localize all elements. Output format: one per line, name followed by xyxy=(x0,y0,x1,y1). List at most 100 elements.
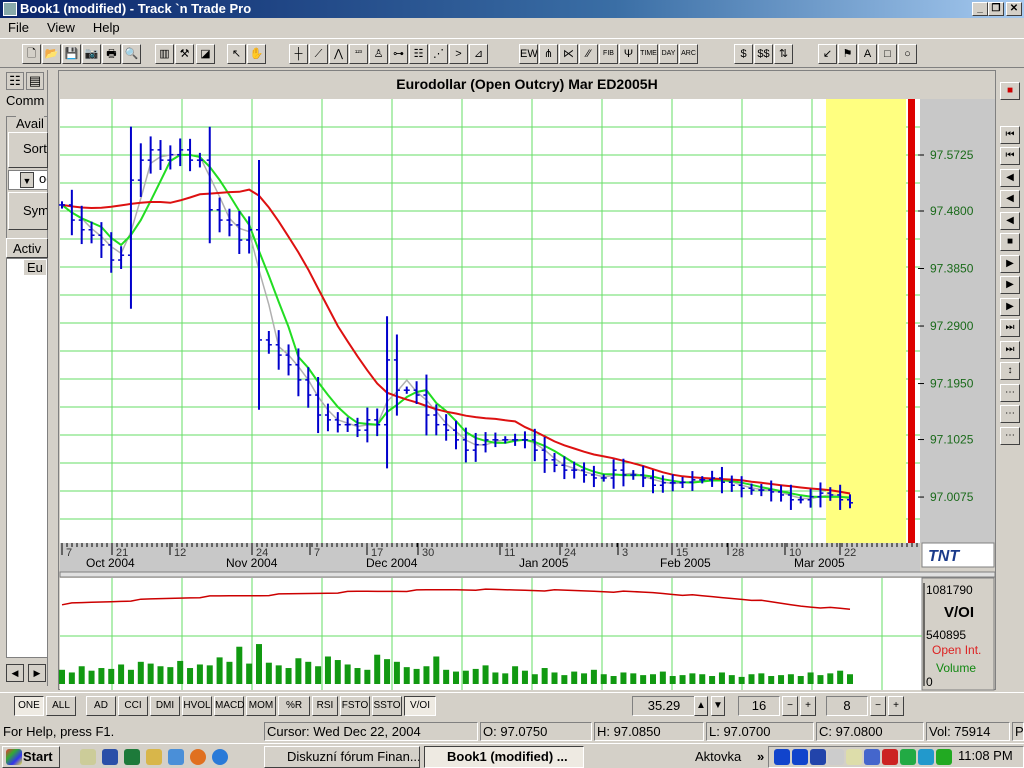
quicklaunch-search-icon[interactable] xyxy=(146,749,162,765)
tray-icon-4[interactable] xyxy=(846,749,862,765)
volume-bar xyxy=(462,670,469,684)
nav-button-9[interactable]: ▶ xyxy=(1000,297,1020,316)
volume-bar xyxy=(659,671,666,684)
clock: 11:08 PM xyxy=(958,748,1013,763)
tray-icon-9[interactable] xyxy=(936,749,952,765)
indicator-button-ssto[interactable]: SSTO xyxy=(372,696,402,716)
period2-minus[interactable]: − xyxy=(870,696,886,716)
indicator-button-hvol[interactable]: HVOL xyxy=(182,696,212,716)
volume-bar xyxy=(344,664,351,684)
period1-plus[interactable]: + xyxy=(800,696,816,716)
indicator-button-r[interactable]: %R xyxy=(278,696,310,716)
price-chart[interactable]: 97.5725 97.4800 97.3850 97.2900 97.1950 97.10… xyxy=(0,0,1024,768)
nav-button-4[interactable]: ◀ xyxy=(1000,190,1020,208)
status-close: C: 97.0800 xyxy=(816,722,924,741)
legend-open-interest: Open Int. xyxy=(932,643,981,657)
nav-button-3[interactable]: ◀ xyxy=(1000,168,1020,187)
volume-bar xyxy=(118,664,125,684)
tray-icon-7[interactable] xyxy=(900,749,916,765)
volume-bar xyxy=(778,675,785,684)
chevron-icon[interactable]: » xyxy=(752,746,768,768)
indicator-button-all[interactable]: ALL xyxy=(46,696,76,716)
tray-icon-0[interactable] xyxy=(774,749,790,765)
tray-icon-6[interactable] xyxy=(882,749,898,765)
volume-bar xyxy=(709,676,716,684)
quicklaunch-excel-icon[interactable] xyxy=(124,749,140,765)
volume-bar xyxy=(571,671,578,684)
indicator-button-macd[interactable]: MACD xyxy=(214,696,244,716)
volume-bar xyxy=(827,673,834,684)
nav-button-15[interactable]: ⋯ xyxy=(1000,426,1020,445)
period2-field[interactable]: 8 xyxy=(826,696,868,716)
indicator-button-ad[interactable]: AD xyxy=(86,696,116,716)
status-open: O: 97.0750 xyxy=(480,722,592,741)
tray-icon-2[interactable] xyxy=(810,749,826,765)
tray-icon-8[interactable] xyxy=(918,749,934,765)
nav-button-12[interactable]: ↕ xyxy=(1000,362,1020,380)
volume-bar xyxy=(650,674,656,684)
nav-button-6[interactable]: ■ xyxy=(1000,233,1020,251)
nav-button-0[interactable]: ■ xyxy=(1000,82,1020,100)
period1-field[interactable]: 16 xyxy=(738,696,780,716)
x-day-tick: 30 xyxy=(422,547,434,559)
y-tick-label: 97.5725 xyxy=(930,148,974,162)
volume-bar xyxy=(226,661,233,684)
nav-button-7[interactable]: ▶ xyxy=(1000,254,1020,273)
volume-bar xyxy=(531,674,538,684)
volume-bar xyxy=(393,661,400,684)
volume-bar xyxy=(78,666,85,684)
up-button[interactable]: ▲ xyxy=(694,696,708,716)
nav-button-8[interactable]: ▶ xyxy=(1000,276,1020,294)
lower-panel-label: V/OI xyxy=(944,604,974,621)
period1-minus[interactable]: − xyxy=(782,696,798,716)
indicator-button-voi[interactable]: V/OI xyxy=(404,696,436,716)
volume-bar xyxy=(581,673,588,684)
nav-button-14[interactable]: ⋯ xyxy=(1000,405,1020,423)
volume-bar xyxy=(137,661,144,684)
volume-bar xyxy=(423,666,430,684)
task-forum[interactable]: Diskuzní fórum Finan... xyxy=(264,746,420,768)
quicklaunch-desktop-icon[interactable] xyxy=(80,749,96,765)
volume-bar xyxy=(265,662,272,684)
quicklaunch-app-icon[interactable] xyxy=(168,749,184,765)
volume-bar xyxy=(334,660,341,684)
aktovka-toolbar[interactable]: Aktovka xyxy=(690,746,760,768)
quicklaunch-word-icon[interactable] xyxy=(102,749,118,765)
nav-button-13[interactable]: ⋯ xyxy=(1000,383,1020,402)
status-bar: For Help, press F1. Cursor: Wed Dec 22, … xyxy=(0,720,1024,742)
volume-bar xyxy=(699,674,706,684)
indicator-button-cci[interactable]: CCI xyxy=(118,696,148,716)
tray-icon-3[interactable] xyxy=(828,749,844,765)
volume-bar xyxy=(324,656,331,684)
nav-button-2[interactable]: ⏮ xyxy=(1000,147,1020,165)
tray-icon-1[interactable] xyxy=(792,749,808,765)
indicator-button-dmi[interactable]: DMI xyxy=(150,696,180,716)
volume-bar xyxy=(787,674,794,684)
nav-button-11[interactable]: ⏭ xyxy=(1000,340,1020,359)
volume-bar xyxy=(59,669,65,684)
quicklaunch-ie-icon[interactable] xyxy=(212,749,228,765)
task-book1[interactable]: Book1 (modified) ... xyxy=(424,746,584,768)
windows-logo-icon xyxy=(6,749,22,765)
nav-button-1[interactable]: ⏮ xyxy=(1000,125,1020,144)
nav-button-10[interactable]: ⏭ xyxy=(1000,319,1020,337)
quicklaunch-firefox-icon[interactable] xyxy=(190,749,206,765)
tray-icon-5[interactable] xyxy=(864,749,880,765)
nav-button-5[interactable]: ◀ xyxy=(1000,211,1020,230)
volume-bar xyxy=(127,669,134,684)
volume-bar xyxy=(748,674,755,684)
down-button[interactable]: ▼ xyxy=(711,696,725,716)
indicator-button-fsto[interactable]: FSTO xyxy=(340,696,370,716)
volume-bar xyxy=(108,668,115,684)
volume-bar xyxy=(758,673,765,684)
y-tick-label: 97.2900 xyxy=(930,319,974,333)
value-field[interactable]: 35.29 xyxy=(632,696,696,716)
volume-bar xyxy=(403,667,410,684)
indicator-button-mom[interactable]: MOM xyxy=(246,696,276,716)
volume-bar xyxy=(640,675,647,684)
indicator-button-rsi[interactable]: RSI xyxy=(312,696,338,716)
period2-plus[interactable]: + xyxy=(888,696,904,716)
lower-scale-zero: 0 xyxy=(926,675,933,689)
volume-bar xyxy=(502,673,509,684)
indicator-button-one[interactable]: ONE xyxy=(14,696,44,716)
